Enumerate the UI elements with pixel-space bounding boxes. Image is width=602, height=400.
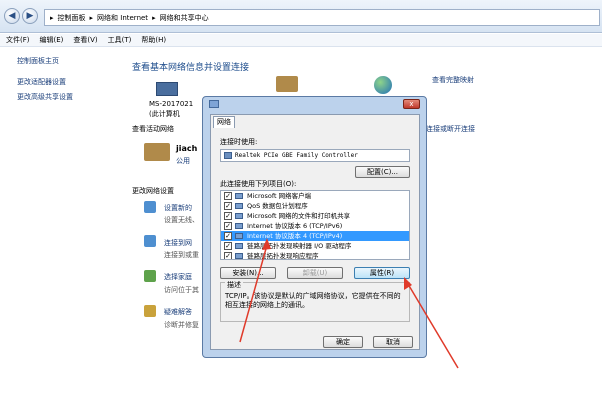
forward-button[interactable]: ▶ bbox=[22, 8, 38, 24]
list-item[interactable]: ✓ Microsoft 网络的文件和打印机共享 bbox=[221, 211, 409, 221]
description-title: 描述 bbox=[225, 280, 243, 290]
menu-help[interactable]: 帮助(H) bbox=[141, 36, 166, 44]
network-name: jiach bbox=[176, 144, 198, 153]
homegroup-icon bbox=[144, 270, 156, 282]
sidebar: 控制面板主页 更改适配器设置 更改高级共享设置 bbox=[0, 48, 118, 400]
change-settings-heading: 更改网络设置 bbox=[132, 187, 174, 195]
network-adapter-icon bbox=[209, 100, 219, 108]
breadcrumb[interactable]: ▸ 控制面板 ▸ 网络和 Internet ▸ 网络和共享中心 bbox=[44, 9, 600, 26]
checkbox[interactable]: ✓ bbox=[224, 252, 232, 259]
description-text: TCP/IP。该协议是默认的广域网络协议，它提供在不同的相互连接的网络上的通讯。 bbox=[225, 292, 401, 309]
sidebar-item-advanced-sharing[interactable]: 更改高级共享设置 bbox=[17, 92, 73, 102]
sidebar-item-adapter-settings[interactable]: 更改适配器设置 bbox=[17, 77, 66, 87]
breadcrumb-item-sharing-center[interactable]: 网络和共享中心 bbox=[160, 14, 209, 22]
component-icon bbox=[235, 203, 243, 209]
component-icon bbox=[235, 253, 243, 259]
checkbox[interactable]: ✓ bbox=[224, 202, 232, 210]
computer-subtitle: (此计算机 bbox=[149, 110, 180, 118]
computer-icon bbox=[156, 82, 178, 96]
breadcrumb-item-network-internet[interactable]: 网络和 Internet bbox=[97, 14, 148, 22]
checkbox[interactable]: ✓ bbox=[224, 232, 232, 240]
breadcrumb-separator-icon: ▸ bbox=[50, 14, 54, 22]
items-label: 此连接使用下列项目(O): bbox=[220, 180, 297, 188]
checkbox[interactable]: ✓ bbox=[224, 212, 232, 220]
component-icon bbox=[235, 223, 243, 229]
component-icon bbox=[235, 243, 243, 249]
page-title: 查看基本网络信息并设置连接 bbox=[132, 63, 250, 73]
connect-disconnect-link[interactable]: 连接或断开连接 bbox=[426, 124, 475, 134]
bench-icon bbox=[276, 76, 298, 92]
close-icon[interactable]: x bbox=[403, 99, 420, 109]
adapter-name: Realtek PCIe GBE Family Controller bbox=[235, 152, 358, 159]
checkbox[interactable]: ✓ bbox=[224, 192, 232, 200]
configure-button[interactable]: 配置(C)... bbox=[355, 166, 410, 178]
active-networks-heading: 查看活动网络 bbox=[132, 125, 174, 133]
network-sharing-center-window: ◀ ▶ ▸ 控制面板 ▸ 网络和 Internet ▸ 网络和共享中心 文件(F) 编辑(E… bbox=[0, 0, 602, 400]
cancel-button[interactable]: 取消 bbox=[373, 336, 413, 348]
task-homegroup-desc: 访问位于其 bbox=[164, 286, 199, 294]
network-type-link[interactable]: 公用 bbox=[176, 156, 190, 166]
properties-button[interactable]: 属性(R) bbox=[354, 267, 410, 279]
list-item[interactable]: ✓ QoS 数据包计划程序 bbox=[221, 201, 409, 211]
adapter-properties-dialog: x 网络 连接时使用: Realtek PCIe GBE Family Cont… bbox=[202, 96, 427, 358]
task-troubleshoot-desc: 诊断并修复 bbox=[164, 321, 199, 329]
adapter-icon bbox=[224, 152, 232, 159]
ok-button[interactable]: 确定 bbox=[323, 336, 363, 348]
task-homegroup-link[interactable]: 选择家庭 bbox=[164, 272, 192, 282]
task-connect-desc: 连接到或重 bbox=[164, 251, 199, 259]
checkbox[interactable]: ✓ bbox=[224, 222, 232, 230]
task-setup-link[interactable]: 设置新的 bbox=[164, 203, 192, 213]
breadcrumb-separator-icon: ▸ bbox=[89, 14, 94, 22]
sidebar-item-control-panel-home[interactable]: 控制面板主页 bbox=[17, 56, 59, 66]
adapter-field: Realtek PCIe GBE Family Controller bbox=[220, 149, 410, 162]
component-icon bbox=[235, 213, 243, 219]
menu-view[interactable]: 查看(V) bbox=[73, 36, 97, 44]
menu-bar: 文件(F) 编辑(E) 查看(V) 工具(T) 帮助(H) bbox=[0, 34, 602, 47]
checkbox[interactable]: ✓ bbox=[224, 242, 232, 250]
computer-name: MS-2017021 bbox=[149, 100, 194, 108]
menu-tools[interactable]: 工具(T) bbox=[108, 36, 132, 44]
full-map-link[interactable]: 查看完整映射 bbox=[432, 75, 474, 85]
uninstall-button[interactable]: 卸载(U) bbox=[287, 267, 343, 279]
setup-connection-icon bbox=[144, 201, 156, 213]
troubleshoot-icon bbox=[144, 305, 156, 317]
tab-network[interactable]: 网络 bbox=[213, 116, 235, 128]
globe-icon bbox=[374, 76, 392, 94]
list-item-selected[interactable]: ✓ Internet 协议版本 4 (TCP/IPv4) bbox=[221, 231, 409, 241]
component-icon bbox=[235, 193, 243, 199]
list-item[interactable]: ✓ 链路层拓扑发现映射器 I/O 驱动程序 bbox=[221, 241, 409, 251]
back-button[interactable]: ◀ bbox=[4, 8, 20, 24]
menu-edit[interactable]: 编辑(E) bbox=[40, 36, 64, 44]
address-bar: ◀ ▶ ▸ 控制面板 ▸ 网络和 Internet ▸ 网络和共享中心 bbox=[0, 0, 602, 33]
task-troubleshoot-link[interactable]: 疑难解答 bbox=[164, 307, 192, 317]
components-list: ✓ Microsoft 网络客户端 ✓ QoS 数据包计划程序 ✓ Microsoft… bbox=[220, 190, 410, 260]
task-setup-desc: 设置无线、 bbox=[164, 216, 199, 224]
list-item[interactable]: ✓ Microsoft 网络客户端 bbox=[221, 191, 409, 201]
component-icon bbox=[235, 233, 243, 239]
menu-file[interactable]: 文件(F) bbox=[6, 36, 30, 44]
list-item[interactable]: ✓ 链路层拓扑发现响应程序 bbox=[221, 251, 409, 259]
list-item[interactable]: ✓ Internet 协议版本 6 (TCP/IPv6) bbox=[221, 221, 409, 231]
install-button[interactable]: 安装(N)... bbox=[220, 267, 276, 279]
connect-network-icon bbox=[144, 235, 156, 247]
breadcrumb-separator-icon: ▸ bbox=[152, 14, 156, 22]
connect-using-label: 连接时使用: bbox=[220, 138, 258, 146]
task-connect-link[interactable]: 连接到网 bbox=[164, 238, 192, 248]
breadcrumb-item-control-panel[interactable]: 控制面板 bbox=[58, 14, 86, 22]
network-bench-icon bbox=[144, 143, 170, 161]
